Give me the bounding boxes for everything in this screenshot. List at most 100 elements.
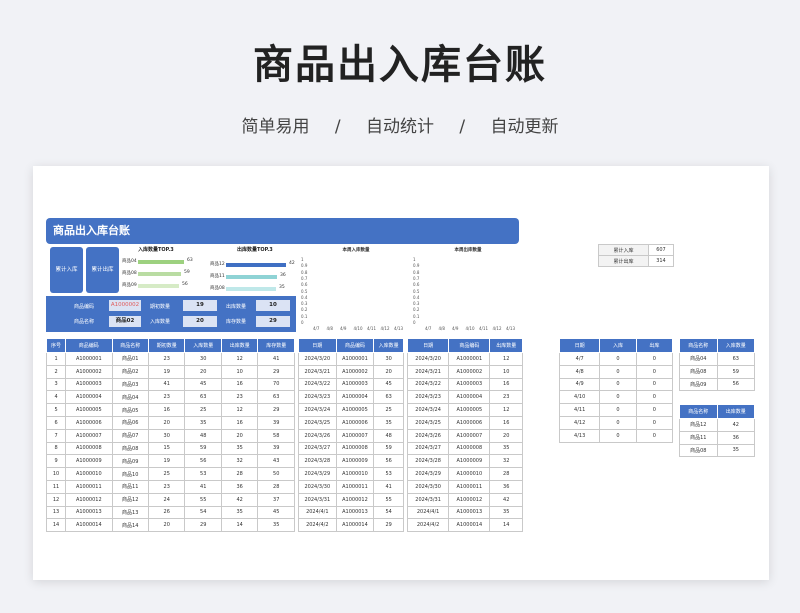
inbound-log-row: 2024/3/29 A1000010 53 [298,467,404,481]
code-input[interactable]: A1000002 [109,300,141,311]
product-summary-cell: A1000005 [65,403,113,417]
product-summary-row: 11 A1000011 商品11 23 41 36 28 [45,479,295,494]
product-summary-row: 3 A1000003 商品03 41 45 16 70 [45,377,295,392]
week-summary-row: 4/12 0 0 [558,415,674,430]
week-summary-row: 4/10 0 0 [558,390,674,405]
week-summary-cell: 0 [599,403,637,417]
inbound-top3-value: 63 [187,258,193,263]
week-summary-row: 4/13 0 0 [558,428,674,443]
outbound-top3-bar [226,262,286,267]
inbound-top3-label: 商品04 [122,259,137,264]
product-summary-cell: 11 [45,479,67,494]
outbound-log-cell: 2024/4/1 [406,505,450,520]
top-inbound-cell: 56 [716,377,755,392]
top-inbound-cell: 商品09 [679,377,718,392]
week-inbound-y-tick: 0.5 [301,288,308,294]
product-summary-cell: 商品01 [111,352,149,366]
week-inbound-y-tick: 0.4 [301,294,308,300]
inbound-log-cell: 41 [373,479,404,494]
name-label: 商品名称 [74,319,95,325]
inbound-log-table: 日期 商品编码 入库数量 2024/3/20 A1000001 30 2024/3/21 A… [298,338,404,533]
outbound-log-cell: 23 [489,390,523,405]
week-summary-cell: 4/11 [558,403,601,417]
inbound-log-cell: 2024/3/24 [298,403,337,417]
product-summary-cell: A1000004 [65,390,113,405]
product-summary-cell: 39 [257,441,295,456]
totals-label: 累计入库 [598,244,649,256]
outbound-log-cell: 2024/3/28 [406,454,450,469]
week-inbound-x-tick: 4/10 [353,326,363,331]
outbound-log-cell: 14 [489,518,523,533]
product-summary-cell: 20 [147,415,186,430]
inbound-log-cell: 2024/3/31 [298,492,337,507]
product-summary-cell: A1000011 [65,479,113,494]
inbound-log-header: 商品编码 [335,338,375,353]
feature-tags: 简单易用 / 自动统计 / 自动更新 [0,112,800,137]
product-summary-cell: 商品07 [111,428,149,443]
outbound-log-cell: 16 [489,415,523,430]
inbound-log-row: 2024/3/20 A1000001 30 [298,352,404,366]
product-summary-cell: 58 [257,428,295,443]
outbound-log-cell: A1000006 [448,415,491,430]
cumulative-out-button[interactable]: 累计出库 [86,247,119,293]
product-summary-row: 2 A1000002 商品02 19 20 10 29 [45,364,295,379]
inbound-log-row: 2024/3/31 A1000012 55 [298,492,404,507]
top-inbound-header: 入库数量 [716,338,755,353]
outbound-log-cell: A1000003 [448,377,491,392]
week-inbound-x-tick: 4/9 [340,326,347,331]
product-summary-header: 商品名称 [111,338,149,353]
product-summary-cell: A1000006 [65,415,113,430]
inbound-log-cell: 2024/3/27 [298,441,337,456]
week-outbound-x-tick: 4/10 [465,326,475,331]
product-summary-cell: 3 [45,377,67,392]
product-summary-cell: 20 [147,518,186,533]
outbound-log-cell: 2024/3/27 [406,441,450,456]
product-summary-cell: 14 [220,518,259,533]
product-summary-cell: 16 [220,377,259,392]
week-summary-cell: 4/12 [558,415,601,430]
product-summary-cell: 20 [220,428,259,443]
week-summary-header: 出库 [635,338,674,353]
product-summary-cell: 35 [220,441,259,456]
product-summary-cell: 4 [45,390,67,405]
inbound-log-cell: 48 [373,428,404,443]
page-title: 商品出入库台账 [253,42,547,88]
product-summary-cell: 50 [257,467,295,481]
inbound-log-cell: 2024/3/26 [298,428,337,443]
inbound-top3-value: 56 [182,282,188,287]
product-summary-row: 5 A1000005 商品05 16 25 12 29 [45,403,295,417]
product-summary-cell: 商品05 [111,403,149,417]
top-outbound-row: 商品12 42 [679,418,755,432]
outbound-log-row: 2024/3/25 A1000006 16 [406,415,523,430]
product-summary-row: 6 A1000006 商品06 20 35 16 39 [45,415,295,430]
outbound-log-row: 2024/3/30 A1000011 36 [406,479,523,494]
product-summary-row: 4 A1000004 商品04 23 63 23 63 [45,390,295,405]
product-summary-cell: 48 [184,428,222,443]
product-summary-cell: 19 [147,454,186,469]
outbound-log-cell: A1000014 [448,518,491,533]
inbound-log-row: 2024/4/1 A1000013 54 [298,505,404,520]
outbound-log-row: 2024/3/21 A1000002 10 [406,364,523,379]
product-summary-cell: 商品06 [111,415,149,430]
inbound-log-cell: 30 [373,352,404,366]
week-inbound-y-tick: 1 [301,257,304,262]
product-summary-cell: A1000008 [65,441,113,456]
week-summary-table: 日期 入库 出库 4/7 0 0 4/8 0 0 4/9 0 0 4/10 0 0 4/11 0 0 4/12 0 0… [558,338,674,443]
name-value: 商品02 [109,316,141,327]
week-inbound-x-tick: 4/11 [367,326,376,331]
outbound-top3-label: 商品11 [210,274,225,279]
inbound-log-cell: 2024/3/22 [298,377,337,392]
week-inbound-y-tick: 0.6 [301,282,308,288]
outbound-top3-title: 出库数量TOP.3 [237,247,273,253]
product-summary-cell: 商品11 [111,479,149,494]
top-inbound-row: 商品08 59 [679,364,755,379]
outbound-log-cell: A1000009 [448,454,491,469]
top-outbound-cell: 商品12 [679,418,718,432]
product-summary-cell: A1000001 [65,352,113,366]
inbound-top3-bar [138,271,181,276]
cumulative-in-button[interactable]: 累计入库 [50,247,83,293]
outbound-log-cell: 12 [489,352,523,366]
product-summary-cell: 24 [147,492,186,507]
outbound-log-cell: 2024/3/23 [406,390,450,405]
top-inbound-cell: 商品08 [679,364,718,379]
